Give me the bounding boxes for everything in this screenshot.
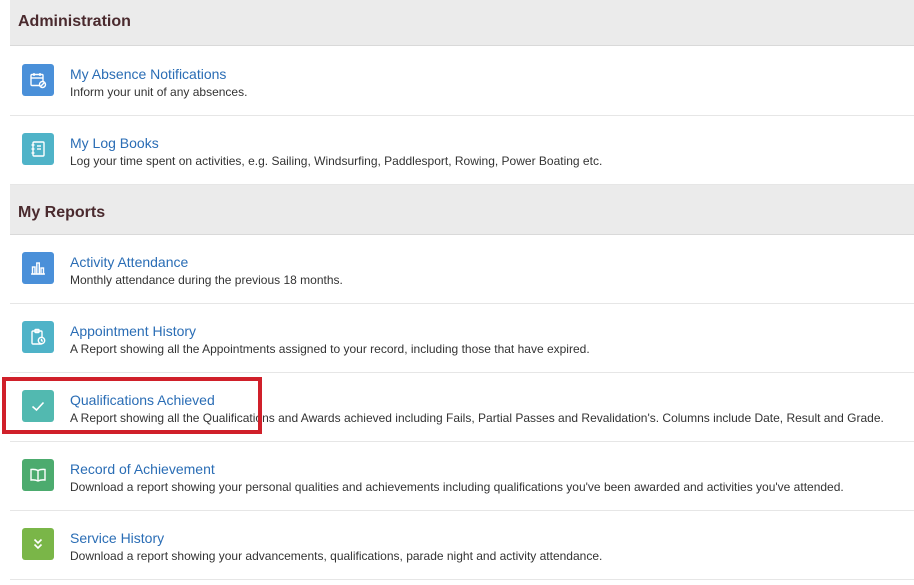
clipboard-clock-icon (22, 321, 54, 353)
list-item-qualifications-achieved[interactable]: Qualifications Achieved A Report showing… (10, 373, 914, 442)
open-book-icon (22, 459, 54, 491)
appointment-history-description: A Report showing all the Appointments as… (70, 342, 590, 356)
service-history-link[interactable]: Service History (70, 530, 164, 546)
section-title-administration: Administration (18, 13, 131, 30)
qualifications-achieved-link[interactable]: Qualifications Achieved (70, 392, 215, 408)
log-books-description: Log your time spent on activities, e.g. … (70, 154, 603, 168)
section-header-my-reports: My Reports (10, 185, 914, 235)
record-of-achievement-link[interactable]: Record of Achievement (70, 461, 215, 477)
list-item-log-books[interactable]: My Log Books Log your time spent on acti… (10, 116, 914, 185)
service-history-description: Download a report showing your advanceme… (70, 549, 603, 563)
list-item-record-of-achievement[interactable]: Record of Achievement Download a report … (10, 442, 914, 511)
list-item-activity-attendance[interactable]: Activity Attendance Monthly attendance d… (10, 235, 914, 304)
bar-chart-icon (22, 252, 54, 284)
section-header-administration: Administration (10, 0, 914, 46)
appointment-history-link[interactable]: Appointment History (70, 323, 196, 339)
absence-notifications-description: Inform your unit of any absences. (70, 85, 248, 99)
list-item-service-history[interactable]: Service History Download a report showin… (10, 511, 914, 580)
log-books-link[interactable]: My Log Books (70, 135, 159, 151)
section-title-my-reports: My Reports (18, 204, 106, 221)
logbook-icon (22, 133, 54, 165)
double-chevron-down-icon (22, 528, 54, 560)
page: Administration My Absence Notifications … (0, 0, 914, 585)
list-item-appointment-history[interactable]: Appointment History A Report showing all… (10, 304, 914, 373)
qualifications-achieved-description: A Report showing all the Qualifications … (70, 411, 884, 425)
absence-notifications-link[interactable]: My Absence Notifications (70, 66, 226, 82)
activity-attendance-description: Monthly attendance during the previous 1… (70, 273, 343, 287)
checkmark-icon (22, 390, 54, 422)
record-of-achievement-description: Download a report showing your personal … (70, 480, 844, 494)
calendar-cancel-icon (22, 64, 54, 96)
list-item-absence-notifications[interactable]: My Absence Notifications Inform your uni… (10, 47, 914, 116)
activity-attendance-link[interactable]: Activity Attendance (70, 254, 188, 270)
